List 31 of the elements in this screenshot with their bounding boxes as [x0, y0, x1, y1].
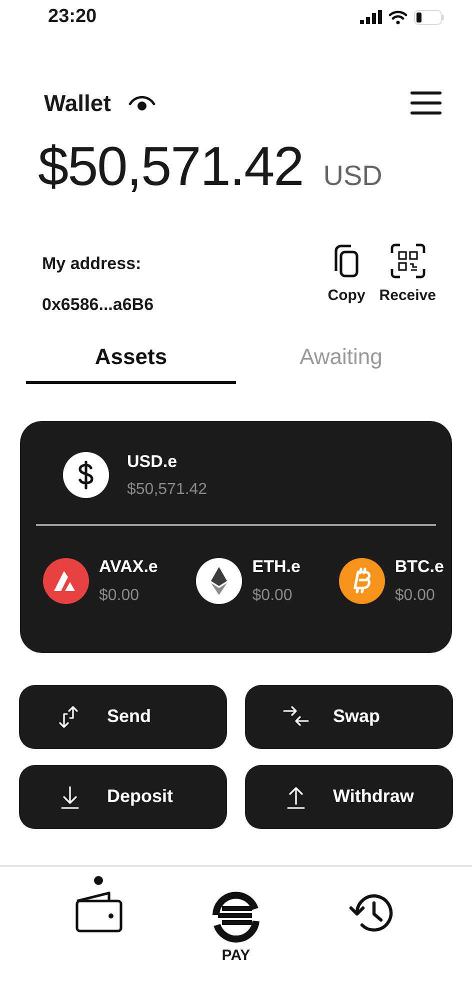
asset-name: BTC.e: [394, 556, 444, 578]
asset-value: $0.00: [252, 586, 294, 606]
status-time: 23:20: [48, 4, 97, 29]
asset-value: $0.00: [99, 586, 140, 606]
bitcoin-coin-icon: [338, 558, 385, 604]
asset-value: $50,571.42: [127, 480, 208, 500]
action-button[interactable]: Swap: [245, 684, 453, 748]
asset-name: USD.e: [127, 450, 178, 472]
address-label: My address:: [42, 252, 142, 274]
asset-value: $0.00: [394, 586, 436, 606]
action-button[interactable]: Deposit: [19, 764, 227, 828]
tab[interactable]: Assets: [26, 340, 236, 384]
ethereum-coin-icon: [196, 558, 242, 604]
receive-button[interactable]: Receive: [377, 242, 438, 307]
menu-icon[interactable]: [410, 90, 442, 116]
asset-name: AVAX.e: [99, 556, 158, 578]
asset-name: ETH.e: [252, 556, 300, 578]
avalanche-coin-icon: [43, 558, 89, 604]
copy-button[interactable]: Copy: [326, 242, 368, 307]
nav-item[interactable]: PAY: [190, 876, 281, 967]
action-button[interactable]: Withdraw: [245, 764, 453, 828]
address-value: 0x6586...a6B6: [42, 294, 154, 316]
dollar-coin-icon: [63, 452, 109, 498]
wifi-icon: [388, 10, 408, 24]
balance-amount: $50,571.42: [38, 134, 304, 198]
qr-code-icon: [388, 242, 427, 278]
currency-label: USD: [323, 158, 382, 192]
battery-icon: [414, 10, 444, 24]
signal-icon: [360, 10, 382, 24]
action-button[interactable]: Send: [19, 684, 227, 748]
wallet-title: Wallet: [44, 89, 111, 118]
